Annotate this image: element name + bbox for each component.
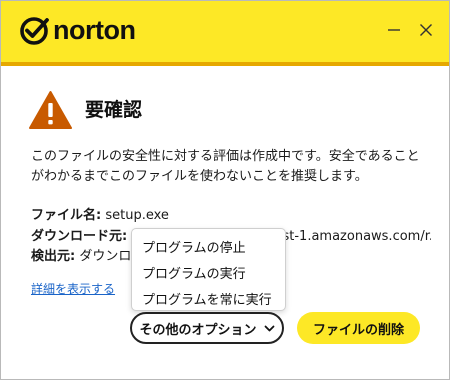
dialog-description: このファイルの安全性に対する評価は作成中です。安全であることがわかるまでこのファ… [31, 149, 420, 184]
close-icon [420, 24, 432, 36]
delete-file-label: ファイルの削除 [312, 322, 404, 338]
menu-item-always-run-program[interactable]: プログラムを常に実行 [142, 289, 272, 308]
delete-file-button[interactable]: ファイルの削除 [297, 312, 420, 344]
dialog-header: norton [1, 1, 449, 62]
menu-item-run-program[interactable]: プログラムの実行 [142, 263, 246, 282]
header-accent-bar [1, 62, 449, 66]
file-name-row: ファイル名: setup.exe [31, 204, 431, 223]
file-name-value: setup.exe [101, 208, 169, 223]
file-name-label: ファイル名: [31, 208, 102, 223]
more-options-button[interactable]: その他のオプション [130, 312, 284, 344]
detected-by-label: 検出元: [31, 249, 76, 264]
more-options-label: その他のオプション [139, 322, 257, 338]
close-button[interactable] [415, 19, 437, 41]
norton-checkmark-icon [20, 16, 49, 45]
chevron-down-icon [264, 325, 274, 331]
download-source-label: ダウンロード元: [31, 229, 128, 244]
brand-name: norton [53, 15, 136, 45]
norton-dialog-window: norton 要確認 このファイルの安全性に対する評価は作成中です。安全であるこ… [0, 0, 450, 380]
show-details-link[interactable]: 詳細を表示する [31, 280, 115, 297]
menu-item-stop-program[interactable]: プログラムの停止 [142, 237, 246, 256]
warning-icon [29, 91, 72, 129]
dialog-title: 要確認 [85, 99, 143, 121]
minimize-button[interactable] [383, 19, 405, 41]
norton-logo: norton [19, 15, 136, 46]
minimize-icon [388, 29, 400, 31]
options-menu: プログラムの停止 プログラムの実行 プログラムを常に実行 [131, 228, 286, 311]
